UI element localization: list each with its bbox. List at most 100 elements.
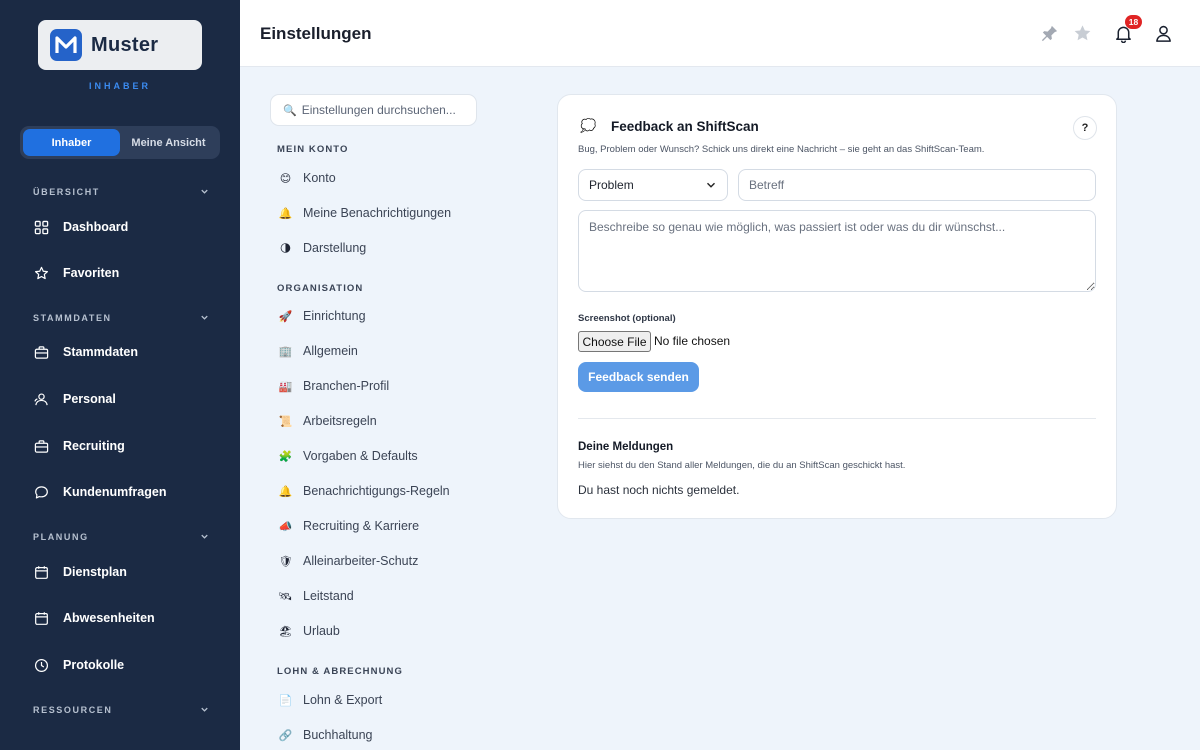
send-feedback-button[interactable]: Feedback senden xyxy=(578,362,699,392)
role-toggle-inhaber[interactable]: Inhaber xyxy=(23,129,120,156)
briefcase-icon xyxy=(33,344,49,360)
sidebar-item-kundenumfragen[interactable]: Kundenumfragen xyxy=(33,480,223,504)
settings-item-label: Benachrichtigungs-Regeln xyxy=(303,484,450,498)
sidebar-item-personal[interactable]: Personal xyxy=(33,387,223,411)
link-icon: 🔗 xyxy=(278,729,293,742)
role-toggle-meine-ansicht[interactable]: Meine Ansicht xyxy=(120,129,217,156)
bell-icon: 🔔 xyxy=(278,207,293,220)
sidebar-item-label: Dashboard xyxy=(63,220,129,234)
nav-section-ressourcen[interactable]: RESSOURCEN xyxy=(33,704,210,715)
sidebar-item-recruiting[interactable]: Recruiting xyxy=(33,434,223,458)
settings-search-input[interactable] xyxy=(301,103,472,117)
notification-badge: 18 xyxy=(1125,15,1142,29)
settings-item-leitstand[interactable]: 🛰 Leitstand xyxy=(277,586,477,606)
help-button[interactable]: ? xyxy=(1073,116,1097,140)
screenshot-label: Screenshot (optional) xyxy=(578,313,676,324)
settings-item-label: Alleinarbeiter-Schutz xyxy=(303,554,419,568)
sidebar: Muster INHABER Inhaber Meine Ansicht ÜBE… xyxy=(0,0,240,750)
feedback-card: 💭 Feedback an ShiftScan ? Bug, Problem o… xyxy=(557,94,1117,519)
sidebar-item-stammdaten[interactable]: Stammdaten xyxy=(33,340,223,364)
settings-item-label: Allgemein xyxy=(303,344,358,358)
sidebar-item-label: Recruiting xyxy=(63,439,125,453)
people-icon xyxy=(33,391,49,407)
shield-icon: 🛡 xyxy=(278,555,293,568)
calendar-icon xyxy=(33,610,49,626)
chevron-down-icon xyxy=(707,182,715,188)
nav-section-planung[interactable]: PLANUNG xyxy=(33,531,210,542)
satellite-icon: 🛰 xyxy=(278,590,293,603)
settings-search[interactable]: 🔍 xyxy=(270,94,477,126)
choose-file-button[interactable]: Choose File xyxy=(578,331,651,352)
sidebar-item-label: Favoriten xyxy=(63,266,120,280)
calendar-icon xyxy=(33,564,49,580)
description-textarea[interactable] xyxy=(578,210,1096,292)
thought-bubble-icon: 💭 xyxy=(580,118,597,133)
nav-section-label: ÜBERSICHT xyxy=(33,186,100,197)
settings-item-label: Recruiting & Karriere xyxy=(303,519,420,533)
feedback-subtitle: Bug, Problem oder Wunsch? Schick uns dir… xyxy=(578,144,985,155)
settings-item-benachrichtigungs-regeln[interactable]: 🔔 Benachrichtigungs-Regeln xyxy=(277,481,477,501)
feedback-type-select[interactable]: Problem xyxy=(578,169,728,201)
reports-title: Deine Meldungen xyxy=(578,441,674,453)
nav-section-stammdaten[interactable]: STAMMDATEN xyxy=(33,312,210,323)
settings-item-label: Leitstand xyxy=(303,589,354,603)
factory-icon: 🏭 xyxy=(278,380,293,393)
settings-item-label: Buchhaltung xyxy=(303,728,373,742)
sidebar-item-label: Personal xyxy=(63,392,116,406)
sidebar-item-protokolle[interactable]: Protokolle xyxy=(33,653,223,677)
nav-section-label: RESSOURCEN xyxy=(33,704,113,715)
settings-item-konto[interactable]: 😊 Konto xyxy=(277,168,477,188)
pin-icon[interactable] xyxy=(1038,22,1060,44)
smile-icon: 😊 xyxy=(279,172,292,185)
logo-mark-icon xyxy=(50,29,82,61)
rocket-icon: 🚀 xyxy=(278,310,293,323)
settings-item-vorgaben-defaults[interactable]: 🧩 Vorgaben & Defaults xyxy=(277,446,477,466)
reports-subtitle: Hier siehst du den Stand aller Meldungen… xyxy=(578,460,906,471)
sidebar-item-favoriten[interactable]: Favoriten xyxy=(33,261,223,285)
star-icon[interactable] xyxy=(1071,22,1093,44)
feedback-title: Feedback an ShiftScan xyxy=(611,118,759,134)
bell-icon: 🔔 xyxy=(278,485,293,498)
chevron-down-icon xyxy=(201,315,208,320)
clock-icon xyxy=(33,657,49,673)
role-toggle: Inhaber Meine Ansicht xyxy=(20,126,220,159)
sidebar-item-dashboard[interactable]: Dashboard xyxy=(33,215,223,239)
brand-name: Muster xyxy=(91,33,159,56)
reports-empty-state: Du hast noch nichts gemeldet. xyxy=(578,483,740,497)
user-icon[interactable] xyxy=(1152,22,1174,44)
top-bar: Einstellungen 18 xyxy=(240,0,1200,67)
feedback-header: 💭 Feedback an ShiftScan xyxy=(580,118,759,134)
sidebar-item-label: Stammdaten xyxy=(63,345,139,359)
settings-item-darstellung[interactable]: 🌗 Darstellung xyxy=(277,238,477,258)
chevron-down-icon xyxy=(201,534,208,539)
settings-item-label: Arbeitsregeln xyxy=(303,414,377,428)
settings-item-buchhaltung[interactable]: 🔗 Buchhaltung xyxy=(277,725,477,745)
settings-item-label: Urlaub xyxy=(303,624,340,638)
settings-item-urlaub[interactable]: 🏖 Urlaub xyxy=(277,621,477,641)
settings-item-lohn-export[interactable]: 📄 Lohn & Export xyxy=(277,690,477,710)
sidebar-item-label: Protokolle xyxy=(63,658,125,672)
settings-item-recruiting-karriere[interactable]: 📣 Recruiting & Karriere xyxy=(277,516,477,536)
settings-item-allgemein[interactable]: 🏢 Allgemein xyxy=(277,341,477,361)
role-caption: INHABER xyxy=(88,81,151,91)
page-title: Einstellungen xyxy=(260,24,372,43)
brand-logo[interactable]: Muster xyxy=(38,20,202,70)
settings-item-branchen-profil[interactable]: 🏭 Branchen-Profil xyxy=(277,376,477,396)
sidebar-item-dienstplan[interactable]: Dienstplan xyxy=(33,560,223,584)
nav-section-uebersicht[interactable]: ÜBERSICHT xyxy=(33,186,210,197)
settings-item-meine-benachrichtigungen[interactable]: 🔔 Meine Benachrichtigungen xyxy=(277,203,477,223)
settings-item-arbeitsregeln[interactable]: 📜 Arbeitsregeln xyxy=(277,411,477,431)
scroll-icon: 📜 xyxy=(278,415,293,428)
settings-group-organisation: ORGANISATION xyxy=(277,283,364,294)
settings-group-lohn-abrechnung: LOHN & ABRECHNUNG xyxy=(277,666,404,677)
nav-section-label: PLANUNG xyxy=(33,531,89,542)
settings-item-label: Darstellung xyxy=(303,241,367,255)
settings-item-alleinarbeiter-schutz[interactable]: 🛡 Alleinarbeiter-Schutz xyxy=(277,551,477,571)
settings-item-label: Meine Benachrichtigungen xyxy=(303,206,452,220)
settings-group-mein-konto: MEIN KONTO xyxy=(277,144,349,155)
subject-input[interactable] xyxy=(738,169,1096,201)
beach-icon: 🏖 xyxy=(278,625,293,638)
settings-item-einrichtung[interactable]: 🚀 Einrichtung xyxy=(277,306,477,326)
settings-item-label: Vorgaben & Defaults xyxy=(303,449,418,463)
sidebar-item-abwesenheiten[interactable]: Abwesenheiten xyxy=(33,606,223,630)
